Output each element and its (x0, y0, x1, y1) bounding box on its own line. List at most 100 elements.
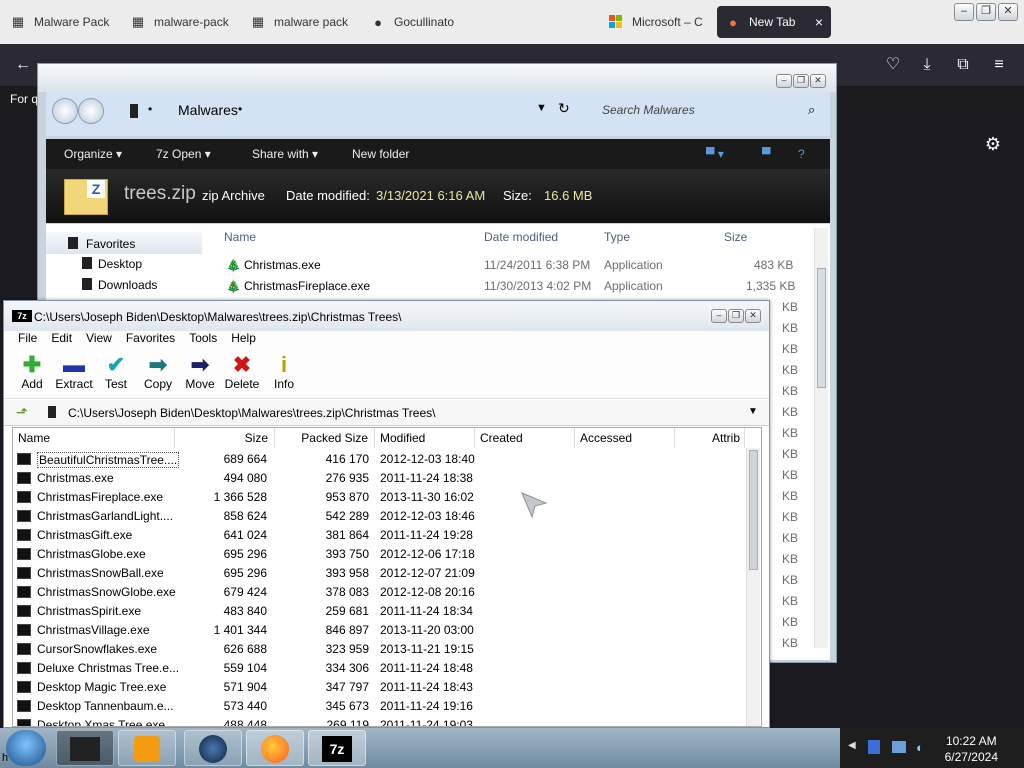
add-button[interactable]: ✚ Add (12, 353, 52, 392)
column-header-created[interactable]: Created (475, 428, 575, 448)
minimize-button[interactable]: – (711, 309, 727, 323)
maximize-button[interactable]: ❐ (976, 3, 996, 21)
table-row[interactable]: Desktop Magic Tree.exe 571 904 347 797 2011… (13, 678, 743, 697)
table-row[interactable]: Desktop Xmas Tree.exe 488 448 269 119 2011-… (13, 716, 743, 726)
column-header-type[interactable]: Type (604, 230, 630, 244)
chevron-down-icon[interactable]: ▼ (748, 406, 758, 417)
breadcrumb-arrow-icon[interactable]: • (238, 102, 242, 116)
browser-tab[interactable]: ● Gocullinato (362, 6, 474, 38)
help-icon[interactable]: ? (798, 147, 805, 161)
search-input[interactable]: Search Malwares (602, 103, 695, 117)
move-button[interactable]: ➡ Move (180, 353, 220, 392)
table-row[interactable]: ChristmasGift.exe 641 024 381 864 2011-11-2… (13, 526, 743, 545)
volume-icon[interactable]: ◐ (916, 740, 924, 755)
browser-tab[interactable]: ▦ malware pack (242, 6, 354, 38)
table-row[interactable]: ChristmasGlobe.exe 695 296 393 750 2012-12-… (13, 545, 743, 564)
extract-button[interactable]: ▬ Extract (54, 353, 94, 392)
vertical-scrollbar[interactable] (746, 448, 760, 726)
minimize-button[interactable]: – (954, 3, 974, 21)
menu-view[interactable]: View (86, 331, 112, 349)
network-icon[interactable] (892, 741, 906, 753)
organize-button[interactable]: Organize ▾ (64, 147, 122, 161)
open-button[interactable]: 7z Open ▾ (156, 147, 211, 161)
taskbar-media-player[interactable] (118, 730, 176, 766)
clock[interactable]: 10:22 AM 6/27/2024 (945, 733, 998, 765)
minimize-button[interactable]: – (776, 74, 792, 88)
info-button[interactable]: i Info (264, 353, 304, 392)
refresh-icon[interactable]: ↻ (558, 100, 570, 117)
breadcrumb[interactable]: Malwares (178, 102, 238, 118)
file-row[interactable]: 🎄 Christmas.exe 11/24/2011 6:38 PM Appli… (46, 258, 816, 278)
forward-button[interactable] (78, 98, 104, 124)
menu-favorites[interactable]: Favorites (126, 331, 175, 349)
column-header-date[interactable]: Date modified (484, 230, 558, 244)
corner-text: h (2, 752, 9, 764)
back-icon[interactable]: ← (12, 54, 34, 76)
exe-file-icon (17, 605, 31, 617)
download-icon[interactable]: ⤓ (916, 54, 938, 76)
maximize-button[interactable]: ❐ (728, 309, 744, 323)
column-header-size[interactable]: Size (724, 230, 747, 244)
maximize-button[interactable]: ❐ (793, 74, 809, 88)
browser-tab[interactable]: ▦ malware-pack (122, 6, 234, 38)
column-header-accessed[interactable]: Accessed (575, 428, 675, 448)
table-row[interactable]: Deluxe Christmas Tree.e... 559 104 334 306… (13, 659, 743, 678)
vertical-scrollbar[interactable] (814, 228, 828, 648)
view-icon[interactable]: ▀ ▾ (706, 147, 724, 161)
taskbar-firefox[interactable] (246, 730, 304, 766)
table-row[interactable]: Desktop Tannenbaum.e... 573 440 345 673 201… (13, 697, 743, 716)
menu-file[interactable]: File (18, 331, 37, 349)
close-tab-icon[interactable]: × (815, 14, 823, 30)
file-row[interactable]: 🎄 ChristmasFireplace.exe 11/30/2013 4:02… (46, 279, 816, 299)
test-button[interactable]: ✔ Test (96, 353, 136, 392)
column-header-size[interactable]: Size (175, 428, 275, 448)
table-row[interactable]: ChristmasVillage.exe 1 401 344 846 897 2013… (13, 621, 743, 640)
table-row[interactable]: BeautifulChristmasTree.... 689 664 416 170… (13, 450, 743, 469)
close-button[interactable]: ✕ (745, 309, 761, 323)
column-header-modified[interactable]: Modified (375, 428, 475, 448)
file-modified: 2012-12-06 17:18 (380, 547, 475, 561)
tray-app-icon[interactable] (868, 740, 880, 754)
gear-icon[interactable]: ⚙ (982, 134, 1004, 156)
extensions-icon[interactable]: ⧉ (952, 54, 974, 76)
copy-button[interactable]: ➡ Copy (138, 353, 178, 392)
table-row[interactable]: ChristmasSnowBall.exe 695 296 393 958 2012-… (13, 564, 743, 583)
search-icon[interactable]: ⌕ (808, 102, 815, 118)
tray-expand-icon[interactable]: ◀ (848, 740, 856, 751)
bookmark-text[interactable]: For q (0, 86, 40, 112)
chevron-down-icon[interactable]: ▼ (536, 102, 547, 114)
taskbar-7zip[interactable]: 7z (308, 730, 366, 766)
breadcrumb-arrow-icon[interactable]: • (148, 102, 152, 116)
table-row[interactable]: ChristmasSpirit.exe 483 840 259 681 2011-11… (13, 602, 743, 621)
menu-help[interactable]: Help (231, 331, 256, 349)
table-row[interactable]: ChristmasFireplace.exe 1 366 528 953 870 20… (13, 488, 743, 507)
favorites-header[interactable]: Favorites (46, 232, 202, 254)
column-header-name[interactable]: Name (224, 230, 256, 244)
back-button[interactable] (52, 98, 78, 124)
menu-icon[interactable]: ≡ (988, 54, 1010, 76)
path-input[interactable]: C:\Users\Joseph Biden\Desktop\Malwares\t… (68, 406, 435, 420)
column-header-name[interactable]: Name (13, 428, 175, 448)
share-with-button[interactable]: Share with ▾ (252, 147, 318, 161)
menu-tools[interactable]: Tools (189, 331, 217, 349)
browser-tab[interactable]: ▦ Malware Pack (2, 6, 114, 38)
folder-up-icon[interactable]: ⬏ (16, 404, 28, 421)
column-header-packed-size[interactable]: Packed Size (275, 428, 375, 448)
new-folder-button[interactable]: New folder (352, 147, 409, 161)
close-button[interactable]: ✕ (810, 74, 826, 88)
table-row[interactable]: Christmas.exe 494 080 276 935 2011-11-24 18… (13, 469, 743, 488)
close-button[interactable]: ✕ (998, 3, 1018, 21)
table-row[interactable]: ChristmasSnowGlobe.exe 679 424 378 083 2012… (13, 583, 743, 602)
table-row[interactable]: CursorSnowflakes.exe 626 688 323 959 2013-1… (13, 640, 743, 659)
taskbar-globe[interactable] (184, 730, 242, 766)
preview-pane-icon[interactable]: ▀ (762, 147, 771, 161)
browser-tab[interactable]: Microsoft – C (600, 6, 712, 38)
delete-button[interactable]: ✖ Delete (222, 353, 262, 392)
start-orb-icon[interactable] (6, 730, 46, 766)
table-row[interactable]: ChristmasGarlandLight.... 858 624 542 289 2… (13, 507, 743, 526)
browser-tab-active[interactable]: ● New Tab × (717, 6, 831, 38)
pocket-icon[interactable]: ♡ (882, 54, 904, 76)
taskbar-explorer[interactable] (56, 730, 114, 766)
column-header-attributes[interactable]: Attrib (675, 428, 745, 448)
menu-edit[interactable]: Edit (51, 331, 72, 349)
